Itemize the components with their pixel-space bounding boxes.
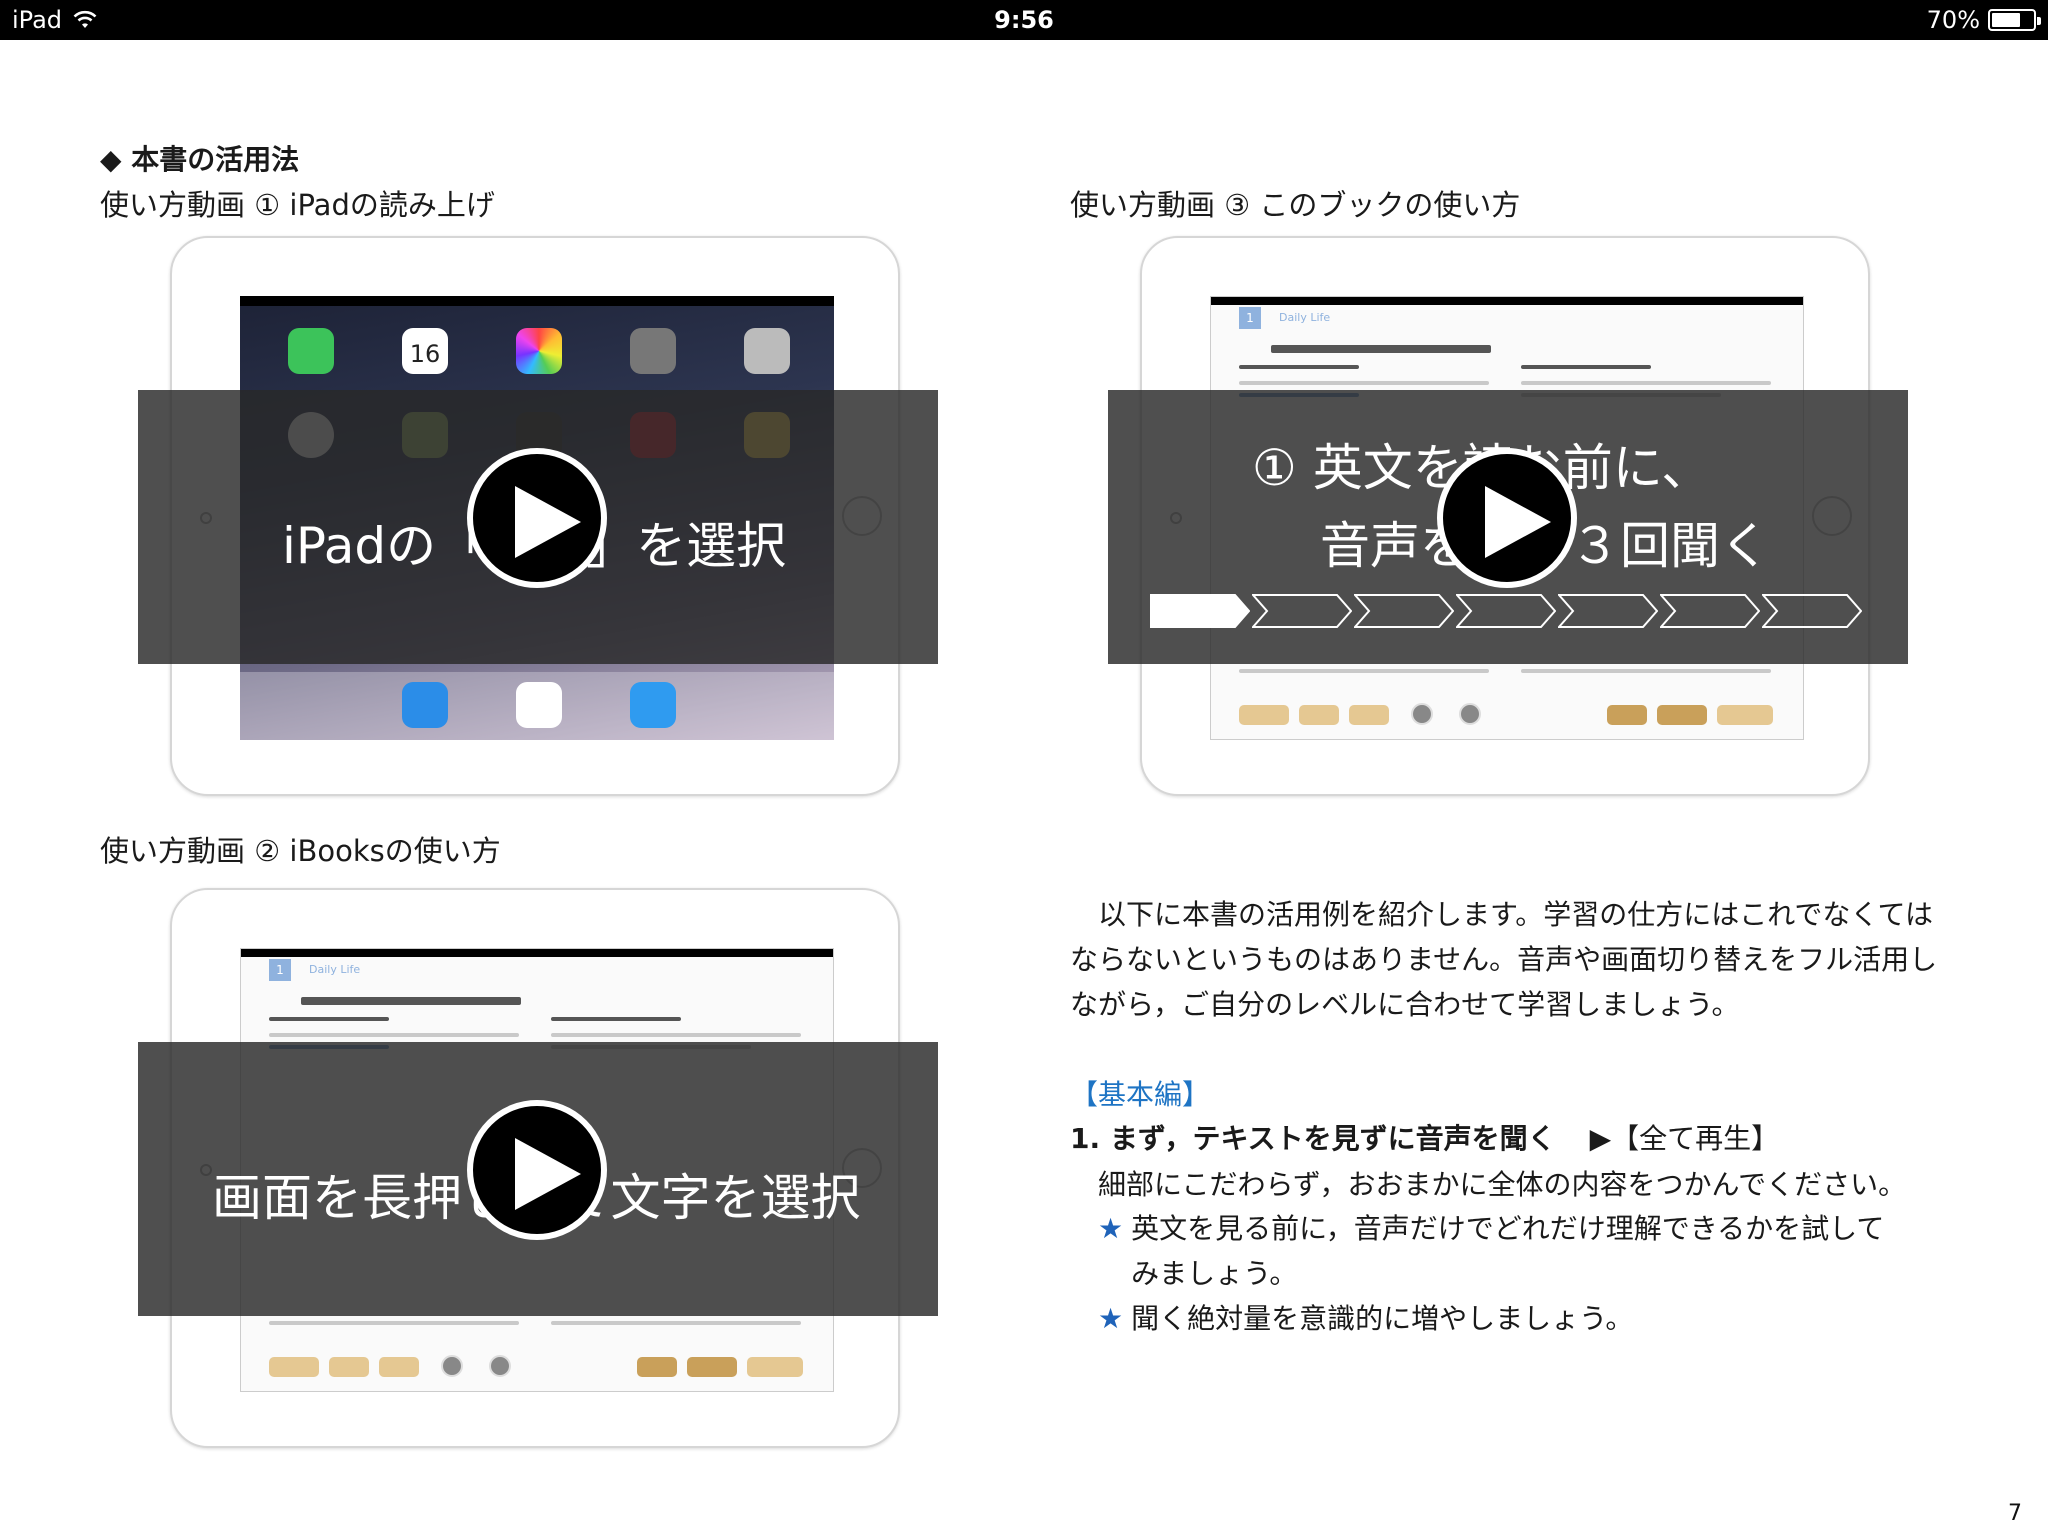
calendar-app-icon: 16 (402, 328, 448, 374)
progress-step (1660, 594, 1760, 628)
battery-percent: 70% (1926, 6, 1980, 34)
progress-step-filled (1150, 594, 1250, 628)
speaker-icon (1411, 703, 1433, 725)
video-player-1[interactable]: 16 iPadの「設定」を選択 (138, 236, 938, 796)
speaker-icon (489, 1355, 511, 1377)
photos-app-icon (516, 328, 562, 374)
video-caption-2: 使い方動画 ② iBooksの使い方 (100, 834, 501, 868)
tip-1: ★ 英文を見る前に，音声だけでどれだけ理解できるかを試してみましょう。 (1070, 1206, 1940, 1296)
lesson-badge: 1 (1239, 307, 1261, 329)
status-right: 70% (1926, 6, 2041, 34)
step-1-action: ▶【全て再生】 (1589, 1122, 1780, 1155)
play-button[interactable] (1437, 448, 1577, 588)
speaker-icon (441, 1355, 463, 1377)
play-button[interactable] (467, 1100, 607, 1240)
safari-app-icon (402, 682, 448, 728)
tip-2: ★ 聞く絶対量を意識的に増やしましょう。 (1070, 1296, 1940, 1341)
tip-1-text: 英文を見る前に，音声だけでどれだけ理解できるかを試してみましょう。 (1131, 1212, 1885, 1290)
play-button[interactable] (467, 448, 607, 588)
tip-2-text: 聞く絶対量を意識的に増やしましょう。 (1131, 1302, 1634, 1335)
speaker-icon (1459, 703, 1481, 725)
battery-icon (1988, 9, 2041, 31)
music-app-icon (516, 682, 562, 728)
progress-arrows (1150, 594, 1862, 628)
step-1-title: 1. まず，テキストを見ずに音声を聞く (1070, 1122, 1556, 1155)
facetime-app-icon (288, 328, 334, 374)
play-icon (1485, 486, 1551, 558)
progress-step (1252, 594, 1352, 628)
status-bar: iPad 9:56 70% (0, 0, 2048, 40)
progress-step (1762, 594, 1862, 628)
star-icon: ★ (1098, 1302, 1124, 1335)
video-player-2[interactable]: 1 Daily Life 画面を長押しして文字を選択 (138, 888, 938, 1448)
video-player-3[interactable]: 1 Daily Life ① 英文を読む前に、 音声を２〜３回聞く (1108, 236, 1908, 796)
page-number: 7 (2008, 1501, 2022, 1526)
section-title: ◆ 本書の活用法 (100, 143, 300, 176)
play-icon (515, 486, 581, 558)
camera-app-icon (630, 328, 676, 374)
dock (240, 672, 834, 740)
progress-step (1354, 594, 1454, 628)
calendar-date: 16 (409, 340, 441, 368)
book-header: Daily Life (1279, 311, 1331, 324)
step-1-description: 細部にこだわらず，おおまかに全体の内容をつかんでください。 (1098, 1168, 1907, 1201)
star-icon: ★ (1098, 1212, 1124, 1245)
play-icon (515, 1138, 581, 1210)
video-caption-3: 使い方動画 ③ このブックの使い方 (1070, 188, 1521, 222)
progress-step (1456, 594, 1556, 628)
basic-label: 【基本編】 (1070, 1078, 1211, 1111)
mail-app-icon (630, 682, 676, 728)
book-header: Daily Life (309, 963, 361, 976)
video-caption-1: 使い方動画 ① iPadの読み上げ (100, 188, 495, 222)
step-1-row: 1. まず，テキストを見ずに音声を聞く ▶【全て再生】 (1070, 1116, 1940, 1161)
lesson-badge: 1 (269, 959, 291, 981)
contacts-app-icon (744, 328, 790, 374)
progress-step (1558, 594, 1658, 628)
intro-paragraph: 以下に本書の活用例を紹介します。学習の仕方にはこれでなくてはならないというものは… (1070, 898, 1938, 1021)
clock: 9:56 (994, 6, 1054, 34)
